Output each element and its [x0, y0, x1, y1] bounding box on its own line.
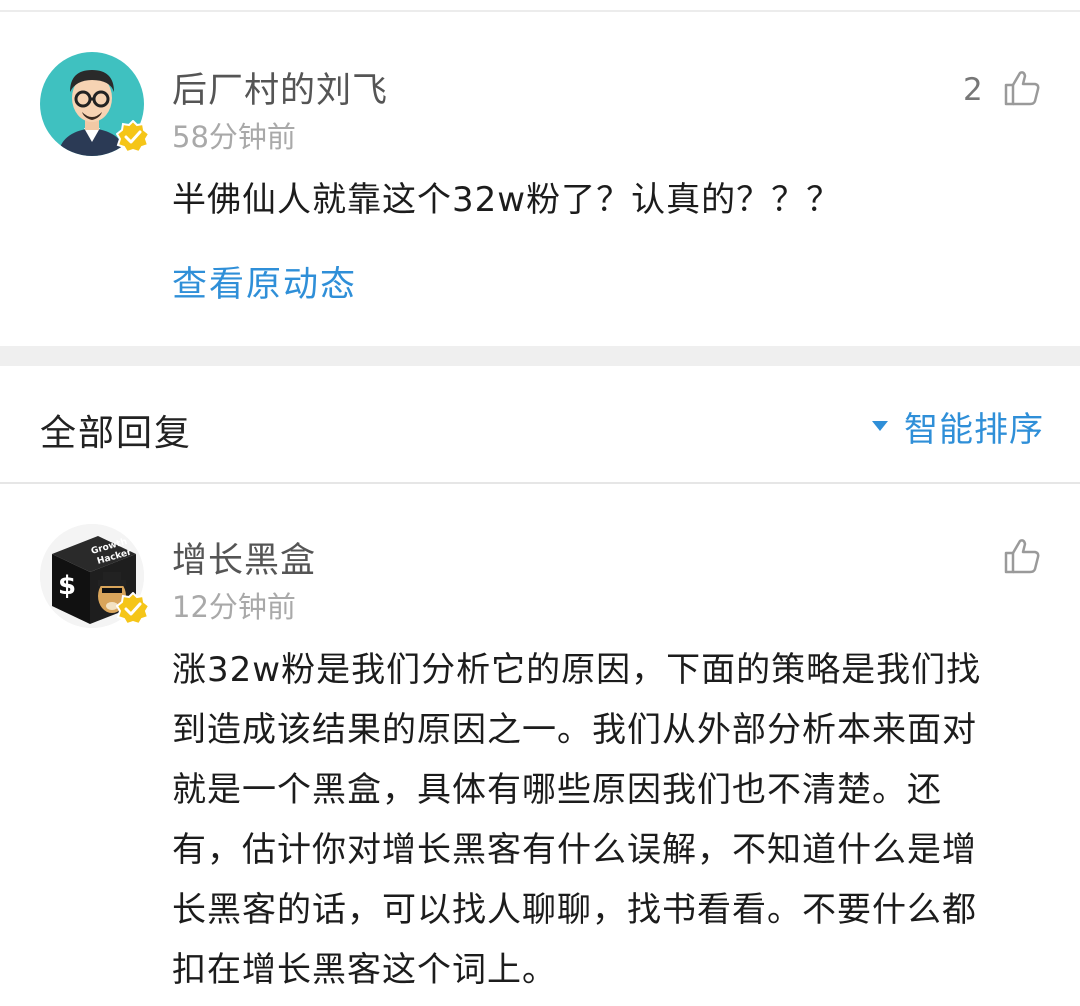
replies-header: 全部回复 智能排序 — [0, 366, 1080, 484]
reply-content-line: 涨32w粉是我们分析它的原因，下面的策略是我们找 — [172, 650, 982, 690]
reply-content-line: 长黑客的话，可以找人聊聊，找书看看。不要什么都 — [172, 890, 977, 930]
post-author-name[interactable]: 后厂村的刘飞 — [172, 62, 388, 113]
post-author-avatar[interactable] — [40, 52, 150, 156]
smart-sort-dropdown[interactable]: 智能排序 — [872, 406, 1044, 450]
sort-label: 智能排序 — [904, 409, 1044, 450]
post-like-count: 2 — [963, 72, 983, 108]
post-card: 后厂村的刘飞 58分钟前 2 半佛仙人就靠这个32w粉了？认真的？？？ 查看原动… — [0, 12, 1080, 346]
avatar-text-dollar: $ — [58, 571, 76, 601]
reply-item: Growth Hacker $ 增长黑盒 12分钟前 涨32w粉是我们分析它的原… — [0, 484, 1080, 1006]
verified-badge-icon — [116, 592, 150, 626]
reply-content-line: 扣在增长黑客这个词上。 — [172, 950, 557, 990]
reply-content-line: 有，估计你对增长黑客有什么误解，不知道什么是增 — [172, 830, 977, 870]
section-gap — [0, 346, 1080, 366]
reply-content-line: 到造成该结果的原因之一。我们从外部分析本来面对 — [172, 710, 977, 750]
post-timestamp: 58分钟前 — [172, 120, 296, 154]
triangle-down-icon — [872, 421, 888, 431]
reply-author-name[interactable]: 增长黑盒 — [172, 532, 316, 583]
view-original-link[interactable]: 查看原动态 — [172, 256, 357, 307]
reply-content: 涨32w粉是我们分析它的原因，下面的策略是我们找 到造成该结果的原因之一。我们从… — [172, 640, 1052, 1000]
reply-author-avatar[interactable]: Growth Hacker $ — [40, 524, 150, 628]
thumbs-up-icon[interactable] — [1002, 68, 1042, 108]
reply-content-line: 就是一个黑盒，具体有哪些原因我们也不清楚。还 — [172, 770, 942, 810]
post-content: 半佛仙人就靠这个32w粉了？认真的？？？ — [172, 180, 842, 220]
reply-timestamp: 12分钟前 — [172, 590, 296, 624]
all-replies-title: 全部回复 — [40, 413, 193, 454]
thumbs-up-icon[interactable] — [1002, 536, 1042, 576]
verified-badge-icon — [116, 120, 150, 154]
